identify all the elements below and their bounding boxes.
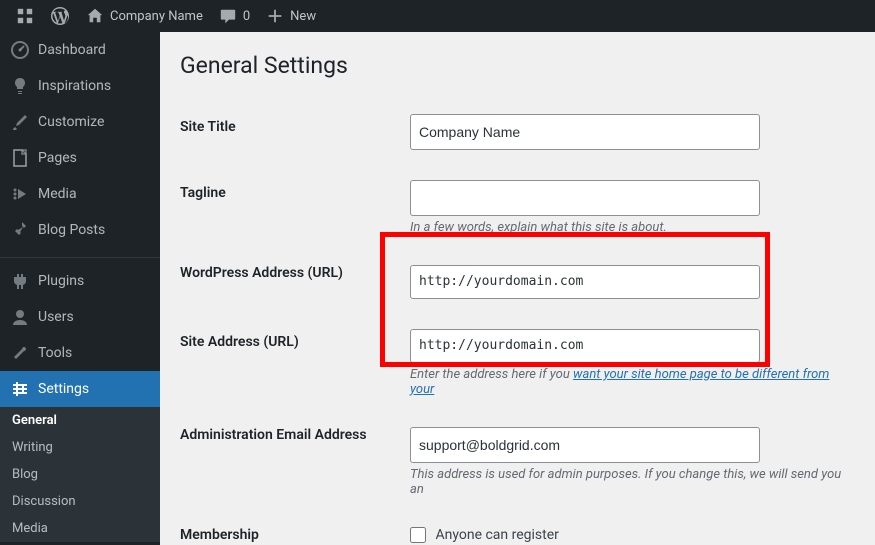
tagline-label: Tagline [180, 165, 400, 250]
submenu-general[interactable]: General [0, 407, 160, 434]
tagline-description: In a few words, explain what this site i… [410, 220, 845, 235]
admin-bar-wp-logo[interactable] [42, 0, 78, 32]
plugin-icon [10, 271, 30, 291]
admin-bar-grid[interactable] [8, 0, 42, 32]
media-icon [10, 184, 30, 204]
menu-label: Settings [38, 381, 89, 397]
comment-icon [219, 7, 237, 25]
admin-bar-site-name: Company Name [110, 9, 203, 24]
admin-email-description: This address is used for admin purposes.… [410, 467, 845, 497]
menu-label: Tools [38, 345, 72, 361]
admin-bar-site[interactable]: Company Name [78, 0, 211, 32]
siteurl-input[interactable] [410, 329, 760, 363]
dashboard-icon [10, 40, 30, 60]
wpurl-input[interactable] [410, 265, 760, 299]
menu-label: Inspirations [38, 78, 111, 94]
admin-sidebar: Dashboard Inspirations Customize Pages M… [0, 32, 160, 545]
membership-label: Membership [180, 512, 400, 545]
siteurl-description: Enter the address here if you want your … [410, 367, 845, 397]
menu-tools[interactable]: Tools [0, 335, 160, 371]
pages-icon [10, 148, 30, 168]
menu-separator [0, 253, 160, 258]
menu-label: Pages [38, 150, 77, 166]
menu-customize[interactable]: Customize [0, 104, 160, 140]
admin-bar-comments[interactable]: 0 [211, 0, 258, 32]
new-label: New [290, 9, 316, 24]
siteurl-label: Site Address (URL) [180, 314, 400, 412]
admin-bar-new[interactable]: New [258, 0, 324, 32]
menu-users[interactable]: Users [0, 299, 160, 335]
menu-pages[interactable]: Pages [0, 140, 160, 176]
wpurl-label: WordPress Address (URL) [180, 250, 400, 314]
menu-blog-posts[interactable]: Blog Posts [0, 212, 160, 248]
membership-checkbox-label: Anyone can register [435, 527, 558, 543]
admin-bar: Company Name 0 New [0, 0, 875, 32]
tools-icon [10, 343, 30, 363]
lightbulb-icon [10, 76, 30, 96]
tagline-input[interactable] [410, 180, 760, 216]
menu-label: Customize [38, 114, 104, 130]
plus-icon [266, 7, 284, 25]
menu-label: Plugins [38, 273, 84, 289]
menu-settings[interactable]: Settings [0, 371, 160, 407]
menu-label: Blog Posts [38, 222, 105, 238]
settings-icon [10, 379, 30, 399]
membership-checkbox[interactable] [410, 527, 426, 543]
home-icon [86, 7, 104, 25]
membership-option[interactable]: Anyone can register [410, 527, 559, 543]
content-area: General Settings Site Title Tagline In a… [160, 32, 875, 545]
site-title-input[interactable] [410, 114, 760, 150]
menu-inspirations[interactable]: Inspirations [0, 68, 160, 104]
submenu-blog[interactable]: Blog [0, 461, 160, 488]
menu-label: Dashboard [38, 42, 106, 58]
users-icon [10, 307, 30, 327]
pin-icon [10, 220, 30, 240]
page-title: General Settings [180, 52, 855, 79]
comment-count: 0 [243, 9, 250, 24]
submenu-writing[interactable]: Writing [0, 434, 160, 461]
menu-dashboard[interactable]: Dashboard [0, 32, 160, 68]
menu-label: Users [38, 309, 74, 325]
grid-icon [16, 7, 34, 25]
site-title-label: Site Title [180, 99, 400, 165]
submenu-discussion[interactable]: Discussion [0, 488, 160, 515]
menu-plugins[interactable]: Plugins [0, 263, 160, 299]
submenu-media[interactable]: Media [0, 515, 160, 542]
wordpress-icon [50, 6, 70, 26]
menu-media[interactable]: Media [0, 176, 160, 212]
settings-form: Site Title Tagline In a few words, expla… [180, 99, 855, 545]
admin-email-label: Administration Email Address [180, 412, 400, 512]
admin-email-input[interactable] [410, 427, 760, 463]
menu-label: Media [38, 186, 77, 202]
brush-icon [10, 112, 30, 132]
settings-submenu: General Writing Blog Discussion Media [0, 407, 160, 542]
